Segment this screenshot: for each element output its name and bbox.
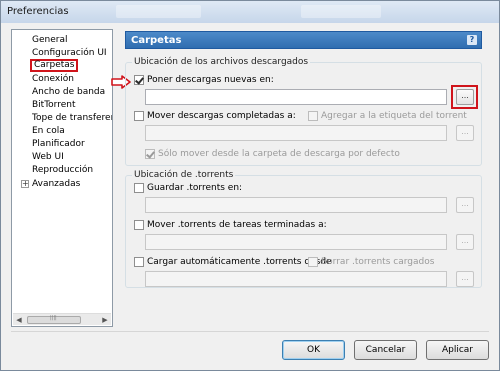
scroll-left-icon[interactable]: ◀ bbox=[13, 315, 25, 325]
expand-plus-icon[interactable]: + bbox=[21, 180, 29, 188]
save-torrents-path-input[interactable] bbox=[145, 197, 447, 213]
torrents-group-legend: Ubicación de .torrents bbox=[132, 170, 236, 180]
background-window-ghost bbox=[301, 5, 381, 18]
only-move-default-label: Sólo mover desde la carpeta de descarga … bbox=[158, 149, 400, 159]
autoload-torrents-checkbox[interactable] bbox=[134, 257, 144, 267]
background-window-ghost bbox=[116, 5, 201, 18]
move-finished-torrents-label: Mover .torrents de tareas terminadas a: bbox=[147, 220, 327, 230]
save-torrents-checkbox[interactable] bbox=[134, 183, 144, 193]
sidebar-item-scheduler[interactable]: Planificador bbox=[32, 138, 85, 150]
apply-button[interactable]: Aplicar bbox=[426, 340, 489, 360]
sidebar-item-advanced[interactable]: Avanzadas bbox=[32, 178, 80, 190]
help-button[interactable]: ? bbox=[467, 35, 477, 45]
autoload-torrents-label: Cargar automáticamente .torrents desde bbox=[147, 257, 332, 267]
save-torrents-label: Guardar .torrents en: bbox=[147, 183, 243, 193]
delete-loaded-torrents-label: Borrar .torrents cargados bbox=[321, 257, 435, 267]
footer-divider bbox=[11, 331, 489, 332]
sidebar-item-folders[interactable]: Carpetas bbox=[30, 59, 79, 72]
move-finished-torrents-checkbox[interactable] bbox=[134, 220, 144, 230]
panel-header: Carpetas ? bbox=[125, 31, 482, 49]
sidebar-item-bandwidth[interactable]: Ancho de banda bbox=[32, 86, 105, 98]
sidebar-item-transfer-cap[interactable]: Tope de transferencia bbox=[32, 112, 112, 124]
cancel-button[interactable]: Cancelar bbox=[354, 340, 417, 360]
page-title: Carpetas bbox=[131, 35, 182, 46]
completed-path-input[interactable] bbox=[145, 125, 447, 141]
finished-torrents-path-input[interactable] bbox=[145, 234, 447, 250]
only-move-default-checkbox[interactable] bbox=[145, 149, 155, 159]
ok-button[interactable]: OK bbox=[282, 340, 345, 360]
add-to-label-label: Agregar a la etiqueta del torrent bbox=[321, 111, 467, 121]
sidebar-item-web-ui[interactable]: Web UI bbox=[32, 151, 64, 163]
horizontal-scrollbar[interactable]: ◀ |||| ▶ bbox=[13, 313, 111, 325]
browse-new-downloads-button[interactable]: ... bbox=[456, 89, 474, 105]
browse-save-torrents-button[interactable]: ... bbox=[456, 197, 474, 213]
delete-loaded-torrents-checkbox[interactable] bbox=[308, 257, 318, 267]
sidebar-item-general[interactable]: General bbox=[32, 34, 67, 46]
title-bar[interactable]: Preferencias bbox=[1, 1, 499, 23]
move-completed-checkbox[interactable] bbox=[134, 111, 144, 121]
sidebar-item-playback[interactable]: Reproducción bbox=[32, 164, 93, 176]
browse-autoload-button[interactable]: ... bbox=[456, 271, 474, 287]
add-to-label-checkbox[interactable] bbox=[308, 111, 318, 121]
preferences-window: Preferencias General Configuración UI Ca… bbox=[0, 0, 500, 371]
browse-finished-torrents-button[interactable]: ... bbox=[456, 234, 474, 250]
category-tree[interactable]: General Configuración UI Carpetas Conexi… bbox=[11, 29, 113, 327]
sidebar-item-queueing[interactable]: En cola bbox=[32, 125, 65, 137]
autoload-path-input[interactable] bbox=[145, 271, 447, 287]
sidebar-item-ui-settings[interactable]: Configuración UI bbox=[32, 47, 107, 59]
downloads-group-legend: Ubicación de los archivos descargados bbox=[132, 57, 311, 67]
new-downloads-path-input[interactable] bbox=[145, 89, 447, 105]
browse-completed-button[interactable]: ... bbox=[456, 125, 474, 141]
scroll-right-icon[interactable]: ▶ bbox=[99, 315, 111, 325]
put-new-downloads-label: Poner descargas nuevas en: bbox=[147, 75, 274, 85]
grip-icon: |||| bbox=[50, 315, 57, 321]
sidebar-item-connection[interactable]: Conexión bbox=[32, 73, 74, 85]
sidebar-item-bittorrent[interactable]: BitTorrent bbox=[32, 99, 76, 111]
move-completed-label: Mover descargas completadas a: bbox=[147, 111, 296, 121]
window-title: Preferencias bbox=[7, 6, 69, 17]
put-new-downloads-checkbox[interactable] bbox=[134, 75, 144, 85]
